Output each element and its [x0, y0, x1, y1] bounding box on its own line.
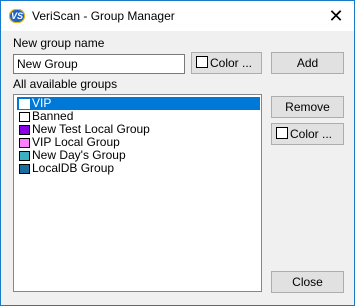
new-group-name-input[interactable] — [13, 54, 185, 74]
group-color-button-label: Color ... — [290, 127, 333, 141]
group-color-swatch-icon — [19, 99, 30, 109]
groups-listbox[interactable]: VIP Banned New Test Local Group VIP Local G… — [13, 94, 262, 292]
group-color-swatch-icon — [19, 164, 30, 174]
close-window-icon[interactable]: ✕ — [321, 4, 351, 28]
group-list-item[interactable]: LocalDB Group — [17, 162, 260, 175]
close-button[interactable]: Close — [271, 271, 344, 293]
group-color-swatch-icon — [19, 151, 30, 161]
group-color-swatch-icon — [19, 138, 30, 148]
add-button[interactable]: Add — [271, 52, 344, 74]
new-group-name-label: New group name — [13, 36, 105, 50]
group-color-swatch-icon — [19, 112, 30, 122]
group-color-swatch — [276, 127, 288, 139]
group-color-button[interactable]: Color ... — [271, 123, 344, 145]
veriscan-logo-icon: VS — [9, 9, 25, 23]
title-bar: VS VeriScan - Group Manager ✕ — [1, 1, 354, 31]
group-manager-dialog: VS VeriScan - Group Manager ✕ New group … — [0, 0, 355, 306]
new-group-color-button[interactable]: Color ... — [191, 52, 262, 74]
group-color-swatch-icon — [19, 125, 30, 135]
new-group-color-swatch — [196, 56, 208, 68]
window-title: VeriScan - Group Manager — [32, 9, 175, 23]
new-group-color-button-label: Color ... — [210, 56, 253, 70]
remove-button[interactable]: Remove — [271, 96, 344, 118]
group-list-item-label: LocalDB Group — [32, 161, 115, 175]
all-groups-label: All available groups — [13, 77, 118, 91]
